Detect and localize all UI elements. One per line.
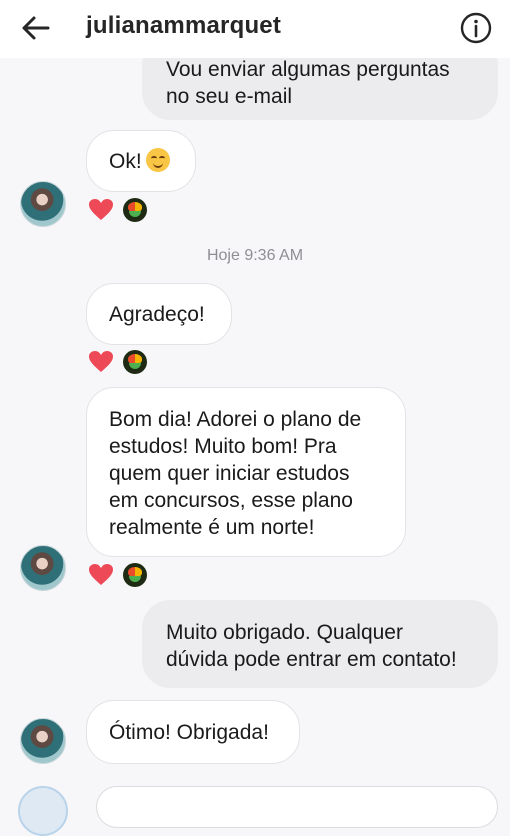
contact-avatar[interactable] <box>20 545 66 591</box>
message-bubble-sent[interactable]: Muito obrigado. Qualquer dúvida pode ent… <box>142 600 498 688</box>
message-bubble-received[interactable]: Ótimo! Obrigada! <box>86 700 300 764</box>
profile-badge-reaction-icon[interactable] <box>123 563 147 587</box>
message-line: estudos! Muito bom! Pra <box>109 435 337 458</box>
message-line: Vou enviar algumas perguntas <box>166 58 450 81</box>
message-line: quem quer iniciar estudos <box>109 462 350 485</box>
message-bubble-received[interactable]: Ok! <box>86 130 196 192</box>
message-line: Bom dia! Adorei o plano de <box>109 408 362 431</box>
message-bubble-received[interactable]: Agradeço! <box>86 283 232 345</box>
contact-avatar[interactable] <box>20 181 66 227</box>
message-line: Muito obrigado. Qualquer <box>166 621 403 644</box>
chat-header: julianammarquet <box>0 0 510 58</box>
profile-badge-reaction-icon[interactable] <box>123 350 147 374</box>
conversation-title[interactable]: julianammarquet <box>86 12 281 40</box>
smiling-face-emoji-icon <box>145 148 170 172</box>
message-timestamp: Hoje 9:36 AM <box>206 247 304 264</box>
profile-badge-reaction-icon[interactable] <box>123 198 147 222</box>
heart-reaction-icon[interactable] <box>88 563 114 587</box>
camera-button[interactable] <box>18 786 68 836</box>
heart-reaction-icon[interactable] <box>88 350 114 374</box>
info-icon[interactable] <box>459 11 493 45</box>
contact-avatar[interactable] <box>20 718 66 764</box>
message-text: Ok! <box>109 150 142 173</box>
message-line: no seu e-mail <box>166 85 293 108</box>
back-arrow-icon[interactable] <box>18 12 54 44</box>
message-line: realmente é um norte! <box>109 516 315 539</box>
message-bubble-received[interactable]: Bom dia! Adorei o plano de estudos! Muit… <box>86 387 406 557</box>
message-composer[interactable] <box>96 786 498 828</box>
message-text: Agradeço! <box>109 303 205 326</box>
message-line: em concursos, esse plano <box>109 489 353 512</box>
heart-reaction-icon[interactable] <box>88 198 114 222</box>
message-text: Ótimo! Obrigada! <box>109 721 269 744</box>
message-line: dúvida pode entrar em contato! <box>166 648 457 671</box>
